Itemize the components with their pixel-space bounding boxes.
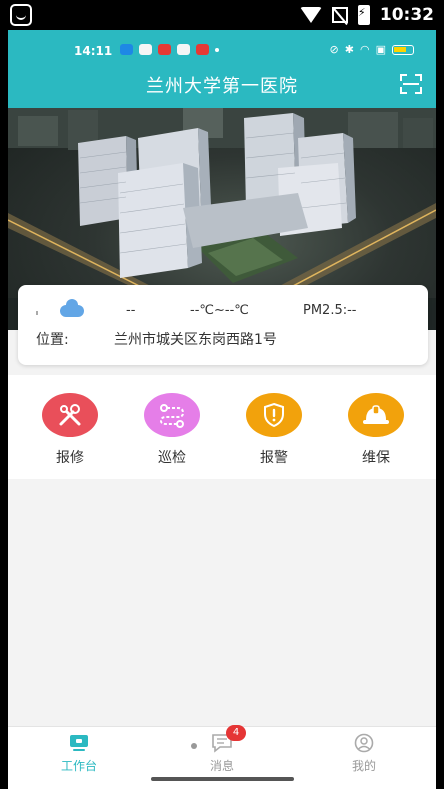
profile-icon <box>353 733 375 753</box>
tools-icon <box>42 393 98 437</box>
function-maintenance-button[interactable]: 维保 <box>344 393 408 467</box>
function-label: 报修 <box>56 450 84 466</box>
more-dot-icon <box>215 48 219 52</box>
function-label: 维保 <box>362 450 390 466</box>
weather-description: -- <box>126 303 136 318</box>
helmet-icon <box>348 393 404 437</box>
system-indicators: 10:32 <box>299 4 434 26</box>
inner-system-icons: ⊘ ✱ ◠ ▣ <box>330 43 414 56</box>
battery-charging-icon <box>357 5 370 25</box>
mail-icon <box>139 44 152 55</box>
function-label: 报警 <box>260 450 288 466</box>
function-repair-button[interactable]: 报修 <box>38 393 102 467</box>
divider-mark <box>36 311 38 315</box>
weather-card: -- --℃~--℃ PM2.5:-- 位置: 兰州市城关区东岗西路1号 <box>18 285 428 365</box>
message-badge: 4 <box>226 725 246 741</box>
nav-label: 我的 <box>351 759 376 773</box>
bottom-navigation: 工作台 消息 4 我的 <box>8 725 436 789</box>
wifi-icon <box>299 7 322 23</box>
app-window: 14:11 ⊘ ✱ ◠ ▣ 兰州大学第一医院 -- --℃~--℃ PM2.5:… <box>8 30 436 789</box>
nav-workbench[interactable]: 工作台 <box>39 733 119 774</box>
cloud-icon <box>60 299 84 317</box>
battery-small-icon <box>392 44 414 55</box>
no-sim-icon <box>331 7 348 23</box>
mute-icon: ⊘ <box>329 43 339 56</box>
sim-icon: ▣ <box>375 43 386 56</box>
function-label: 巡检 <box>158 450 186 466</box>
camera-icon <box>177 44 190 55</box>
location-label: 位置: <box>36 332 69 348</box>
inner-status-bar: 14:11 ⊘ ✱ ◠ ▣ <box>8 40 436 62</box>
system-time: 10:32 <box>379 5 434 25</box>
video-icon <box>158 44 171 55</box>
function-inspection-button[interactable]: 巡检 <box>140 393 204 467</box>
app-header: 14:11 ⊘ ✱ ◠ ▣ 兰州大学第一医院 <box>8 30 436 108</box>
workbench-icon <box>68 733 90 753</box>
nav-label: 消息 <box>209 759 234 773</box>
location-value: 兰州市城关区东岗西路1号 <box>114 332 277 348</box>
inner-status-time: 14:11 <box>74 44 113 58</box>
weibo-icon <box>196 44 209 55</box>
nav-messages[interactable]: 消息 <box>182 733 262 774</box>
temperature-range: --℃~--℃ <box>190 303 249 318</box>
zhihu-icon <box>120 44 133 55</box>
notification-app-icon <box>10 4 32 26</box>
bluetooth-icon: ✱ <box>344 43 354 56</box>
nav-profile[interactable]: 我的 <box>324 733 404 774</box>
route-icon <box>144 393 200 437</box>
function-alarm-button[interactable]: 报警 <box>242 393 306 467</box>
wifi-small-icon: ◠ <box>359 43 370 56</box>
inner-app-icons <box>120 44 219 55</box>
alarm-shield-icon <box>246 393 302 437</box>
function-panel: 报修 巡检 报警 维保 <box>8 375 436 479</box>
phone-screen: 10:32 14:11 ⊘ ✱ ◠ ▣ <box>0 0 444 789</box>
pm25-value: PM2.5:-- <box>303 303 357 318</box>
system-status-bar: 10:32 <box>0 0 444 30</box>
nav-label: 工作台 <box>60 759 97 773</box>
page-title: 兰州大学第一医院 <box>146 76 298 97</box>
home-indicator[interactable] <box>151 777 294 781</box>
scan-icon[interactable] <box>400 74 422 94</box>
